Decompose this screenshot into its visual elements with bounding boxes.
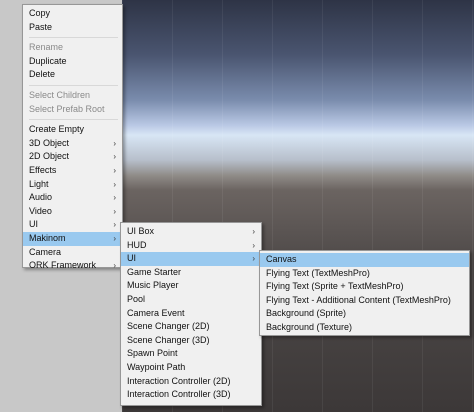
menu-item-3d-object[interactable]: 3D Object › [23,137,122,151]
menu-item-ui-box[interactable]: UI Box › [121,225,261,239]
menu-item-label: Background (Sprite) [266,308,347,319]
menu-item-camera-event[interactable]: Camera Event [121,307,261,321]
menu-item-pool[interactable]: Pool [121,293,261,307]
menu-item-delete[interactable]: Delete [23,68,122,82]
menu-item-waypoint-path[interactable]: Waypoint Path [121,361,261,375]
menu-item-label: Waypoint Path [127,361,186,372]
chevron-right-icon: › [113,152,116,162]
chevron-right-icon: › [113,193,116,203]
chevron-right-icon: › [252,227,255,236]
chevron-right-icon: › [252,254,255,264]
menu-item-label: Rename [29,42,64,53]
chevron-right-icon: › [113,220,116,230]
menu-item-copy[interactable]: Copy [23,7,122,21]
menu-item-flying-text-sprite-tmp[interactable]: Flying Text (Sprite + TextMeshPro) [260,280,469,294]
menu-item-flying-text-additional-content[interactable]: Flying Text - Additional Content (TextMe… [260,294,469,308]
menu-item-label: Game Starter [127,266,182,277]
chevron-right-icon: › [113,165,116,175]
menu-item-label: Flying Text - Additional Content (TextMe… [266,294,451,305]
menu-item-spawn-point[interactable]: Spawn Point [121,347,261,361]
menu-item-rename: Rename [23,41,122,55]
menu-separator [29,119,118,121]
menu-item-label: Paste [29,21,53,32]
menu-item-select-children: Select Children [23,89,122,103]
makinom-submenu: UI Box › HUD › UI › Game Starter Music Play… [120,222,262,406]
context-menu: Copy Paste Rename Duplicate Delete Selec… [22,4,123,270]
ui-submenu: Canvas Flying Text (TextMeshPro) Flying … [259,250,470,336]
menu-item-label: Camera Event [127,307,185,318]
menu-item-flying-text-tmp[interactable]: Flying Text (TextMeshPro) [260,267,469,281]
menu-item-audio[interactable]: Audio › [23,191,122,205]
menu-item-light[interactable]: Light › [23,178,122,192]
menu-item-label: Camera [29,246,62,257]
menu-item-label: Spawn Point [127,348,178,359]
menu-item-label: Video [29,205,52,216]
menu-item-background-texture[interactable]: Background (Texture) [260,321,469,335]
menu-item-label: 3D Object [29,137,70,148]
chevron-right-icon: › [113,206,116,216]
menu-item-label: Makinom [29,232,66,243]
menu-item-2d-object[interactable]: 2D Object › [23,150,122,164]
menu-item-label: Flying Text (TextMeshPro) [266,267,370,278]
menu-item-interaction-controller-3d[interactable]: Interaction Controller (3D) [121,388,261,402]
menu-item-makinom-ui[interactable]: UI › [121,252,261,266]
chevron-right-icon: › [113,233,116,243]
menu-item-background-sprite[interactable]: Background (Sprite) [260,307,469,321]
chevron-right-icon: › [113,138,116,148]
menu-item-label: Light [29,178,49,189]
menu-item-label: Audio [29,192,53,203]
menu-item-makinom[interactable]: Makinom › [23,231,122,246]
menu-item-label: Select Prefab Root [29,103,105,114]
menu-item-music-player[interactable]: Music Player [121,279,261,293]
menu-item-label: Duplicate [29,55,67,66]
menu-item-label: Flying Text (Sprite + TextMeshPro) [266,281,404,292]
menu-item-scene-changer-3d[interactable]: Scene Changer (3D) [121,334,261,348]
menu-item-label: Interaction Controller (3D) [127,389,231,400]
menu-item-label: Background (Texture) [266,321,353,332]
chevron-right-icon: › [113,261,116,271]
menu-item-select-prefab-root: Select Prefab Root [23,103,122,117]
chevron-right-icon: › [252,240,255,250]
menu-item-ui[interactable]: UI › [23,218,122,232]
menu-item-hud[interactable]: HUD › [121,239,261,253]
menu-item-label: UI [127,253,136,264]
menu-item-ork-framework[interactable]: ORK Framework › [23,259,122,273]
chevron-right-icon: › [113,179,116,189]
menu-item-label: Copy [29,8,51,18]
menu-item-label: Canvas [266,254,297,264]
menu-item-create-empty[interactable]: Create Empty [23,123,122,137]
menu-item-paste[interactable]: Paste [23,21,122,35]
menu-item-label: UI Box [127,226,155,236]
menu-item-label: ORK Framework [29,260,97,271]
menu-item-label: Effects [29,164,57,175]
menu-item-label: Pool [127,293,146,304]
menu-item-canvas[interactable]: Canvas [260,253,469,267]
menu-item-duplicate[interactable]: Duplicate [23,55,122,69]
menu-item-label: Select Children [29,89,91,100]
menu-item-label: UI [29,219,38,230]
menu-item-game-starter[interactable]: Game Starter [121,266,261,280]
menu-item-label: HUD [127,239,147,250]
menu-item-camera[interactable]: Camera [23,246,122,260]
menu-separator [29,84,118,86]
menu-item-interaction-controller-2d[interactable]: Interaction Controller (2D) [121,375,261,389]
menu-item-label: Delete [29,69,56,80]
menu-item-video[interactable]: Video › [23,205,122,219]
menu-item-effects[interactable]: Effects › [23,164,122,178]
menu-item-label: Scene Changer (2D) [127,321,210,332]
menu-item-label: Music Player [127,280,179,291]
menu-item-scene-changer-2d[interactable]: Scene Changer (2D) [121,320,261,334]
menu-item-label: Scene Changer (3D) [127,334,210,345]
menu-item-label: 2D Object [29,151,70,162]
menu-item-label: Interaction Controller (2D) [127,375,231,386]
menu-separator [29,37,118,39]
menu-item-label: Create Empty [29,124,85,135]
